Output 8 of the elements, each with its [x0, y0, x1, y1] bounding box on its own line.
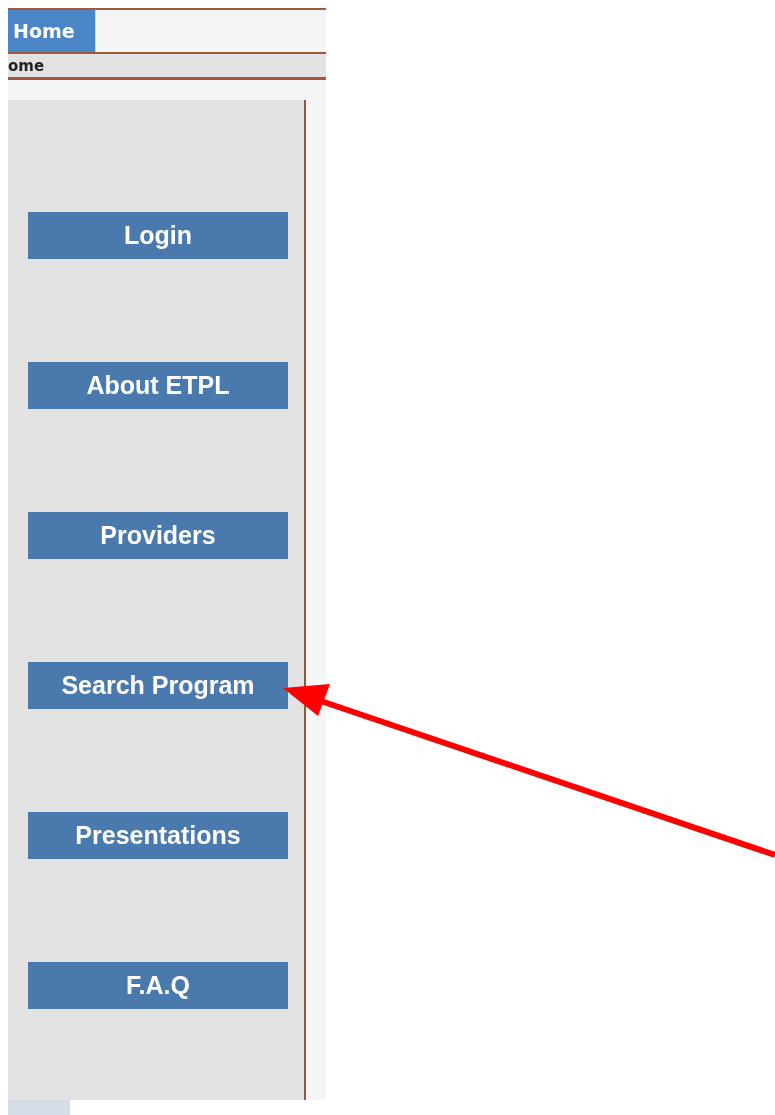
- nav-button[interactable]: F.A.Q: [28, 962, 288, 1009]
- breadcrumb: ome: [8, 56, 45, 75]
- nav-button[interactable]: Search Program: [28, 662, 288, 709]
- nav-button[interactable]: About ETPL: [28, 362, 288, 409]
- home-tab[interactable]: Home: [8, 10, 96, 52]
- nav-button[interactable]: Login: [28, 212, 288, 259]
- nav-button[interactable]: Presentations: [28, 812, 288, 859]
- nav-button[interactable]: Providers: [28, 512, 288, 559]
